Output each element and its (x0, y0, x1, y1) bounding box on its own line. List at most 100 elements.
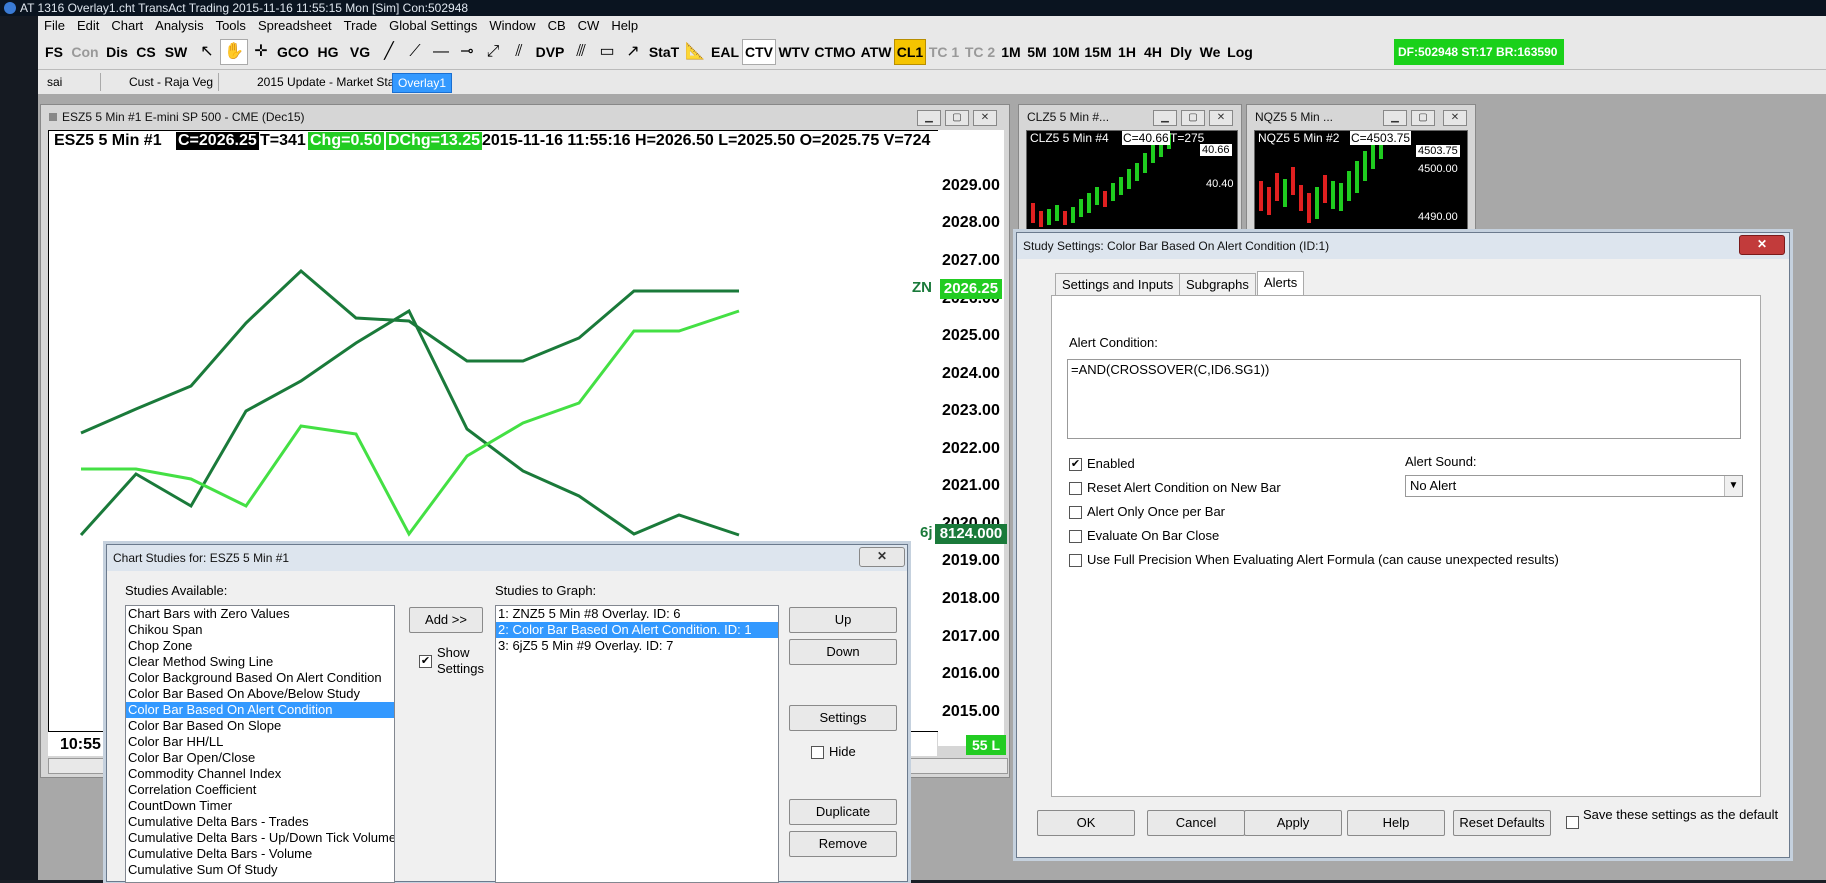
help-button[interactable]: Help (1347, 810, 1445, 836)
studies-available-list[interactable]: Chart Bars with Zero Values Chikou Span … (125, 605, 395, 883)
cl1-button[interactable]: CL1 (894, 39, 926, 65)
atw-button[interactable]: ATW (858, 39, 894, 65)
remove-button[interactable]: Remove (789, 831, 897, 857)
list-item[interactable]: Chikou Span (126, 622, 394, 638)
maximize-button[interactable]: ▢ (1411, 110, 1435, 126)
cs-button[interactable]: CS (132, 39, 160, 65)
down-button[interactable]: Down (789, 639, 897, 665)
ray-tool-icon[interactable]: ⟋ (402, 39, 428, 65)
tc1-button[interactable]: TC 1 (926, 39, 962, 65)
menu-cw[interactable]: CW (572, 16, 606, 35)
weekly-button[interactable]: We (1196, 39, 1224, 65)
1m-button[interactable]: 1M (998, 39, 1024, 65)
minimize-button[interactable]: ▁ (1153, 110, 1177, 126)
list-item[interactable]: Color Bar Open/Close (126, 750, 394, 766)
maximize-button[interactable]: ▢ (1181, 110, 1205, 126)
reset-defaults-button[interactable]: Reset Defaults (1453, 810, 1551, 836)
list-item[interactable]: Chop Zone (126, 638, 394, 654)
close-icon[interactable]: ✕ (859, 547, 905, 567)
hand-icon[interactable]: ✋ (220, 39, 248, 65)
4h-button[interactable]: 4H (1140, 39, 1166, 65)
tc2-button[interactable]: TC 2 (962, 39, 998, 65)
close-icon[interactable]: ✕ (1739, 235, 1785, 255)
full-precision-checkbox[interactable] (1069, 554, 1082, 567)
cancel-button[interactable]: Cancel (1147, 810, 1245, 836)
list-item-selected[interactable]: 2: Color Bar Based On Alert Condition. I… (496, 622, 778, 638)
close-button[interactable]: ✕ (1209, 110, 1233, 126)
extended-line-icon[interactable]: ⤢ (480, 39, 506, 65)
list-item[interactable]: 3: 6jZ5 5 Min #9 Overlay. ID: 7 (496, 638, 778, 654)
ruler-tool-icon[interactable]: 📐 (682, 39, 708, 65)
list-item[interactable]: Color Bar HH/LL (126, 734, 394, 750)
dvp-button[interactable]: DVP (532, 39, 568, 65)
menu-global-settings[interactable]: Global Settings (383, 16, 483, 35)
menu-help[interactable]: Help (605, 16, 644, 35)
list-item[interactable]: Color Bar Based On Slope (126, 718, 394, 734)
list-item[interactable]: 1: ZNZ5 5 Min #8 Overlay. ID: 6 (496, 606, 778, 622)
up-button[interactable]: Up (789, 607, 897, 633)
alert-sound-select[interactable]: No Alert ▼ (1405, 475, 1743, 497)
reset-alert-checkbox[interactable] (1069, 482, 1082, 495)
tab-subgraphs[interactable]: Subgraphs (1179, 273, 1256, 296)
line-tool-icon[interactable]: ╱ (376, 39, 402, 65)
sw-button[interactable]: SW (160, 39, 192, 65)
apply-button[interactable]: Apply (1244, 810, 1342, 836)
list-item[interactable]: Cumulative Delta Bars - Up/Down Tick Vol… (126, 830, 394, 846)
alert-once-checkbox[interactable] (1069, 506, 1082, 519)
10m-button[interactable]: 10M (1050, 39, 1082, 65)
tab-alerts[interactable]: Alerts (1257, 271, 1305, 296)
horizontal-ray-icon[interactable]: ⊸ (454, 39, 480, 65)
tab-settings-and-inputs[interactable]: Settings and Inputs (1055, 273, 1181, 296)
chevron-down-icon[interactable]: ▼ (1724, 476, 1742, 496)
fs-button[interactable]: FS (40, 39, 68, 65)
gco-button[interactable]: GCO (274, 39, 312, 65)
eal-button[interactable]: EAL (708, 39, 742, 65)
ctmo-button[interactable]: CTMO (812, 39, 858, 65)
list-item[interactable]: Correlation Coefficient (126, 782, 394, 798)
minimize-button[interactable]: ▁ (1383, 110, 1407, 126)
menu-chart[interactable]: Chart (105, 16, 149, 35)
menu-window[interactable]: Window (483, 16, 541, 35)
fib-tool-icon[interactable]: ⫽ (506, 39, 532, 65)
evaluate-close-checkbox[interactable] (1069, 530, 1082, 543)
stat-button[interactable]: StaT (646, 39, 682, 65)
dis-button[interactable]: Dis (102, 39, 132, 65)
menu-trade[interactable]: Trade (338, 16, 383, 35)
log-button[interactable]: Log (1224, 39, 1256, 65)
list-item[interactable]: Color Background Based On Alert Conditio… (126, 670, 394, 686)
ctv-button[interactable]: CTV (742, 39, 776, 65)
wtv-button[interactable]: WTV (776, 39, 812, 65)
arrow-tool-icon[interactable]: ↗ (620, 39, 646, 65)
tab-cust-raja-veg[interactable]: Cust - Raja Veg (124, 73, 220, 91)
add-study-button[interactable]: Add >> (409, 607, 483, 633)
con-button[interactable]: Con (68, 39, 102, 65)
hg-button[interactable]: HG (312, 39, 344, 65)
tab-sai[interactable]: sai (42, 73, 101, 91)
close-button[interactable]: ✕ (973, 110, 997, 126)
list-item[interactable]: Color Bar Based On Above/Below Study (126, 686, 394, 702)
daily-button[interactable]: Dly (1166, 39, 1196, 65)
list-item-selected[interactable]: Color Bar Based On Alert Condition (126, 702, 394, 718)
list-item[interactable]: Cumulative Delta Bars - Trades (126, 814, 394, 830)
list-item[interactable]: Cumulative Delta Bars - Volume (126, 846, 394, 862)
save-default-checkbox[interactable] (1566, 816, 1579, 829)
list-item[interactable]: CountDown Timer (126, 798, 394, 814)
menu-cb[interactable]: CB (542, 16, 572, 35)
list-item[interactable]: Commodity Channel Index (126, 766, 394, 782)
list-item[interactable]: Cumulative Sum Of Study (126, 862, 394, 878)
1h-button[interactable]: 1H (1114, 39, 1140, 65)
menu-analysis[interactable]: Analysis (149, 16, 209, 35)
channel-tool-icon[interactable]: ⫻ (568, 39, 594, 65)
enabled-checkbox[interactable]: ✔ (1069, 458, 1082, 471)
rectangle-tool-icon[interactable]: ▭ (594, 39, 620, 65)
vg-button[interactable]: VG (344, 39, 376, 65)
minimize-button[interactable]: ▁ (917, 110, 941, 126)
studies-to-graph-list[interactable]: 1: ZNZ5 5 Min #8 Overlay. ID: 6 2: Color… (495, 605, 779, 883)
alert-condition-input[interactable]: =AND(CROSSOVER(C,ID6.SG1)) (1067, 359, 1741, 439)
pointer-icon[interactable]: ↖ (194, 39, 220, 65)
list-item[interactable]: Clear Method Swing Line (126, 654, 394, 670)
close-button[interactable]: ✕ (1443, 110, 1467, 126)
maximize-button[interactable]: ▢ (945, 110, 969, 126)
ok-button[interactable]: OK (1037, 810, 1135, 836)
hide-checkbox[interactable] (811, 746, 824, 759)
